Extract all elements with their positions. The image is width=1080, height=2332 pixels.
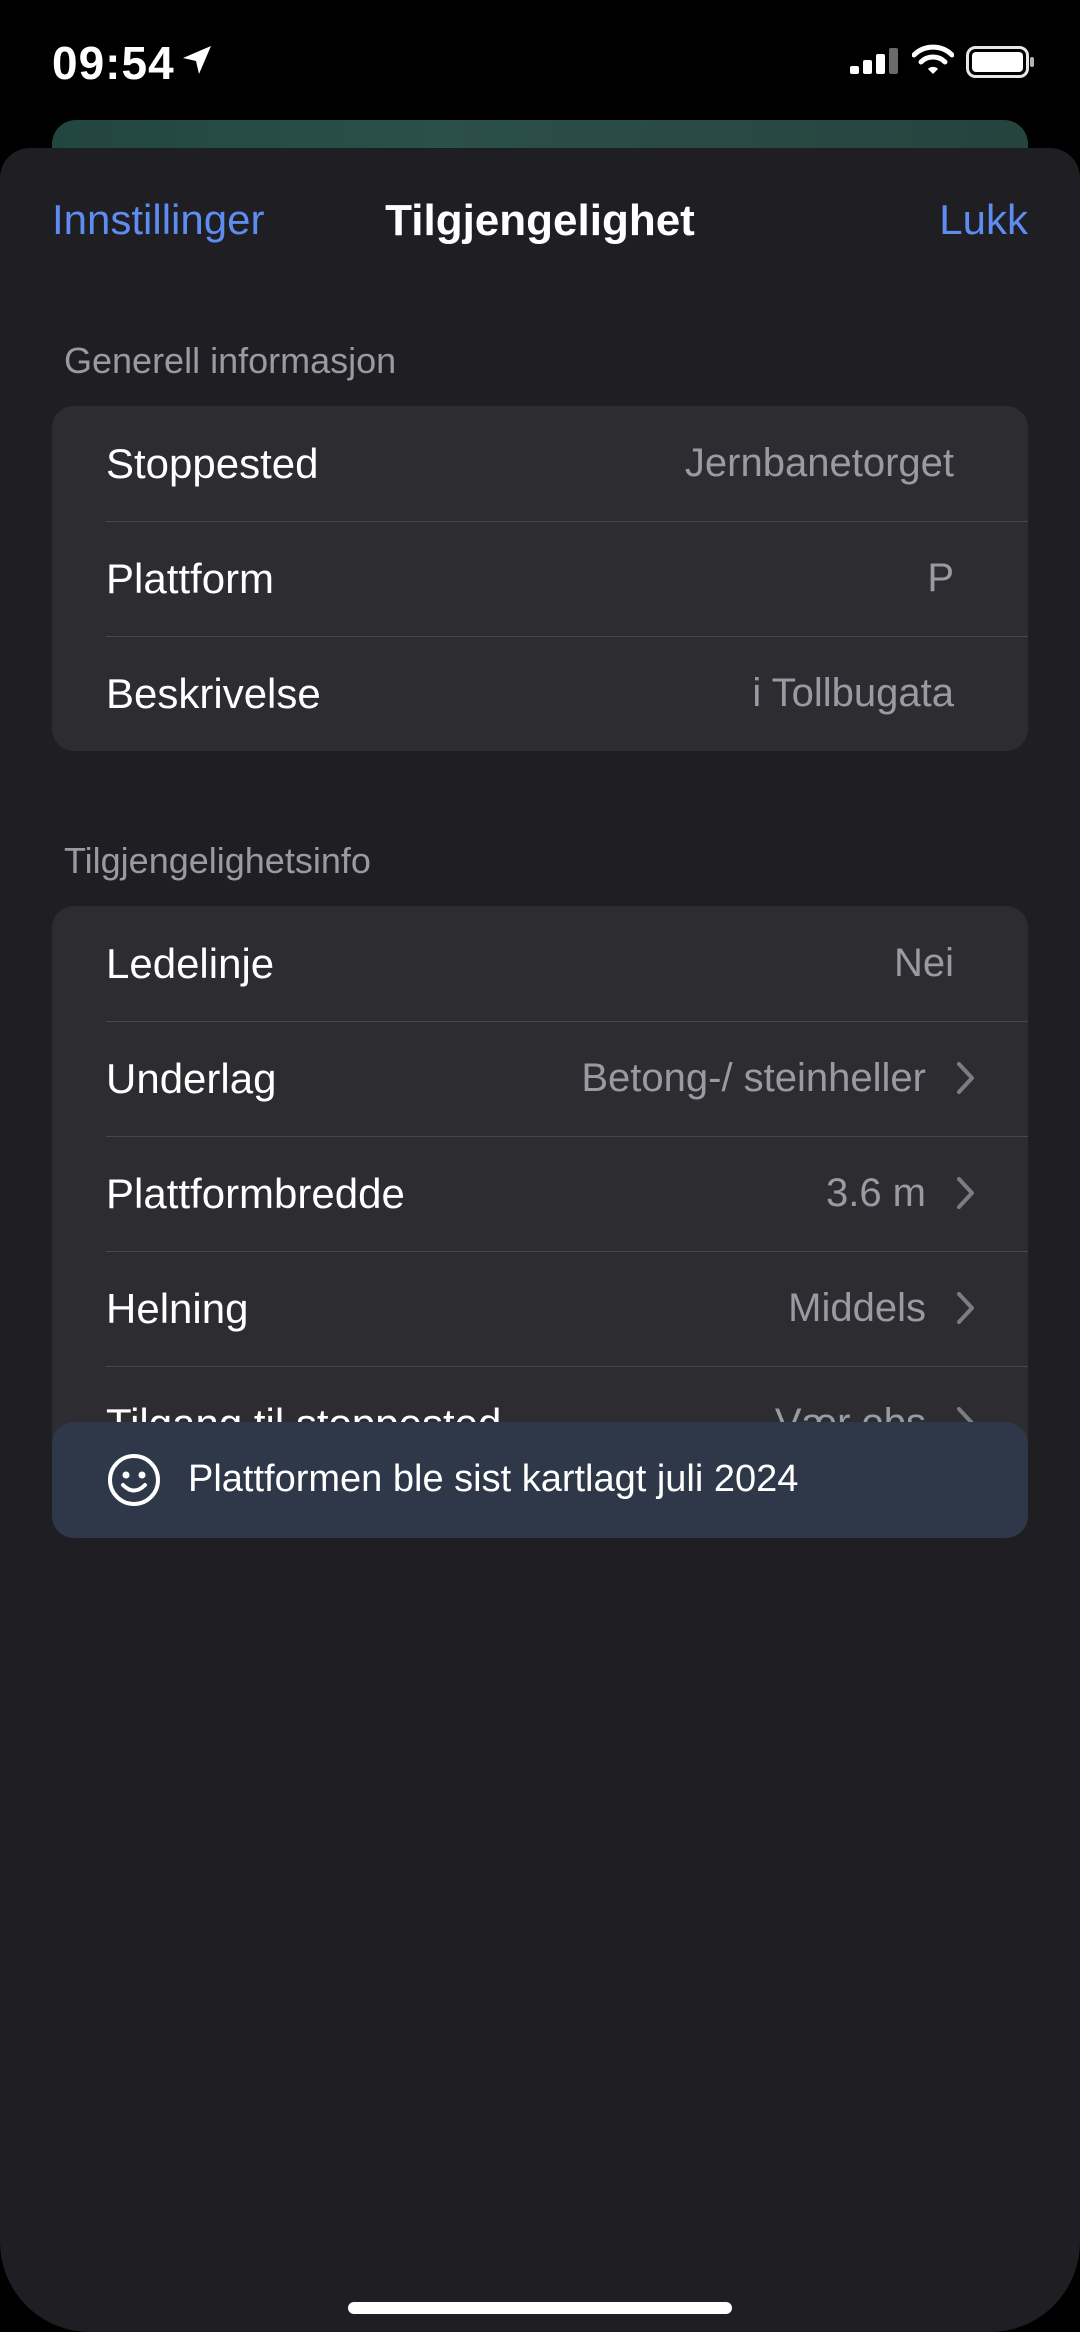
- row-description: Beskrivelse i Tollbugata: [52, 636, 1028, 751]
- row-value: Nei: [893, 941, 954, 985]
- row-value: i Tollbugata: [752, 671, 954, 715]
- banner-text: Plattformen ble sist kartlagt juli 2024: [188, 1458, 799, 1500]
- close-button[interactable]: Lukk: [939, 196, 1028, 244]
- chevron-right-icon: [956, 1061, 976, 1100]
- row-value: Middels: [788, 1286, 926, 1330]
- phone-screen: 09:54 Innstillinger Tilgjengelighet Lukk…: [0, 0, 1080, 2332]
- row-label: Plattformbredde: [106, 1169, 405, 1217]
- chevron-right-icon: [956, 1291, 976, 1330]
- row-value: Betong-/ steinheller: [581, 1056, 926, 1100]
- row-surface[interactable]: Underlag Betong-/ steinheller: [52, 1021, 1028, 1136]
- row-value: 3.6 m: [825, 1171, 926, 1215]
- general-info-group: Stoppested Jernbanetorget Plattform P Be…: [52, 406, 1028, 751]
- row-value: Jernbanetorget: [684, 441, 954, 485]
- battery-icon: [966, 46, 1036, 83]
- row-label: Plattform: [106, 554, 275, 602]
- status-bar: 09:54: [0, 0, 1080, 125]
- row-guide-line: Ledelinje Nei: [52, 906, 1028, 1021]
- row-label: Underlag: [106, 1054, 277, 1102]
- smile-icon: [106, 1452, 162, 1513]
- row-label: Stoppested: [106, 439, 319, 487]
- survey-info-banner: Plattformen ble sist kartlagt juli 2024: [52, 1422, 1028, 1538]
- row-platform-width[interactable]: Plattformbredde 3.6 m: [52, 1136, 1028, 1251]
- row-slope[interactable]: Helning Middels: [52, 1251, 1028, 1366]
- section-header-accessibility: Tilgjengelighetsinfo: [64, 840, 371, 881]
- accessibility-sheet: Innstillinger Tilgjengelighet Lukk Gener…: [0, 148, 1080, 2332]
- status-time: 09:54: [52, 37, 175, 89]
- cellular-signal-icon: [850, 48, 900, 79]
- accessibility-info-group: Ledelinje Nei Underlag Betong-/ steinhel…: [52, 906, 1028, 1481]
- row-label: Ledelinje: [106, 939, 275, 987]
- page-title: Tilgjengelighet: [385, 196, 695, 245]
- chevron-right-icon: [956, 1176, 976, 1215]
- wifi-icon: [911, 44, 955, 81]
- row-stop: Stoppested Jernbanetorget: [52, 406, 1028, 521]
- location-arrow-icon: [180, 43, 214, 82]
- row-platform: Plattform P: [52, 521, 1028, 636]
- section-header-general: Generell informasjon: [64, 340, 397, 381]
- row-value: P: [927, 556, 954, 600]
- row-label: Beskrivelse: [106, 669, 321, 717]
- row-label: Helning: [106, 1284, 249, 1332]
- home-indicator[interactable]: [348, 2302, 732, 2314]
